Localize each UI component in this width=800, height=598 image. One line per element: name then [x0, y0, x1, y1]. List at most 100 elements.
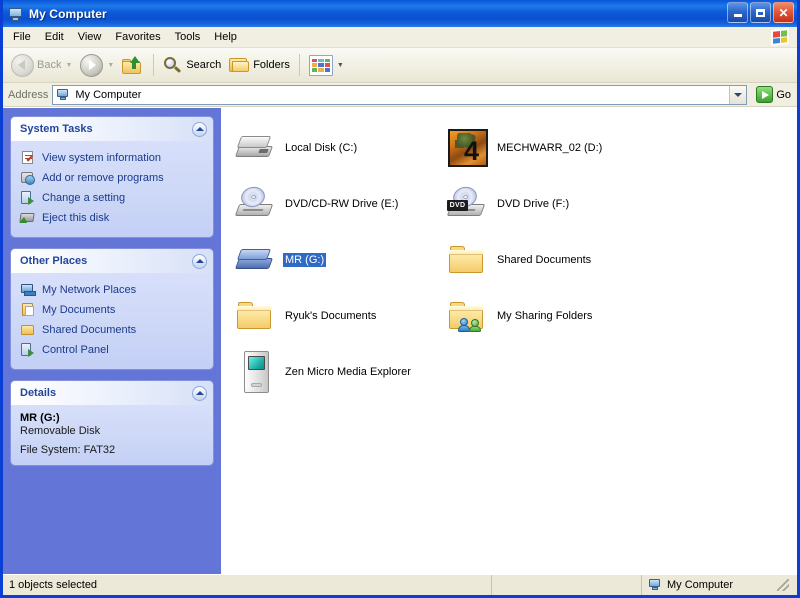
status-selection-text: 1 objects selected [9, 579, 98, 591]
menu-item-help[interactable]: Help [207, 29, 244, 45]
network-places-icon [20, 282, 36, 298]
back-button[interactable]: Back ▼ [7, 51, 76, 79]
back-arrow-icon [11, 53, 34, 77]
task-label: Add or remove programs [42, 172, 164, 184]
dvd-badge: DVD [447, 200, 468, 211]
panel-other-places: Other Places My Network Places My Docume… [11, 249, 213, 369]
chevron-up-icon[interactable] [192, 253, 207, 269]
place-control-panel[interactable]: Control Panel [20, 340, 205, 360]
go-label: Go [776, 88, 791, 101]
maximize-button[interactable] [750, 2, 771, 23]
item-label: Local Disk (C:) [285, 142, 358, 154]
place-label: My Network Places [42, 284, 137, 296]
chevron-up-icon[interactable] [192, 121, 207, 137]
forward-dropdown-icon[interactable]: ▼ [107, 62, 114, 69]
menu-item-tools[interactable]: Tools [168, 29, 208, 45]
drive-item-mechwarr-02-d[interactable]: 4 MECHWARR_02 (D:) [439, 120, 651, 176]
resize-grip[interactable] [777, 579, 789, 591]
panel-header-other-places[interactable]: Other Places [11, 249, 213, 273]
views-dropdown-icon[interactable]: ▼ [337, 62, 344, 69]
back-label: Back [37, 59, 62, 71]
windows-flag-icon [771, 28, 789, 46]
back-dropdown-icon[interactable]: ▼ [65, 62, 72, 69]
my-computer-icon [7, 5, 25, 23]
task-view-system-information[interactable]: ✔ View system information [20, 148, 205, 168]
panel-title: System Tasks [20, 123, 93, 135]
folder-icon [236, 299, 276, 333]
shared-folder-icon [448, 299, 488, 333]
my-computer-icon [56, 87, 71, 102]
panel-header-system-tasks[interactable]: System Tasks [11, 117, 213, 141]
drive-item-local-disk-c[interactable]: Local Disk (C:) [227, 120, 439, 176]
place-my-network-places[interactable]: My Network Places [20, 280, 205, 300]
address-input[interactable]: My Computer [52, 84, 748, 105]
device-item-zen-micro-media-explorer[interactable]: Zen Micro Media Explorer [227, 344, 439, 400]
details-type: Removable Disk [20, 425, 101, 437]
task-label: Change a setting [42, 192, 126, 204]
toolbar-separator-2 [298, 54, 300, 76]
views-button[interactable]: ▼ [305, 51, 348, 79]
icon-grid: Local Disk (C:) 4 MECHWARR_02 (D:) DVD/C… [227, 120, 797, 400]
panel-details: Details MR (G:) Removable Disk File Syst… [11, 381, 213, 465]
status-location-text: My Computer [667, 579, 734, 591]
game-disc-badge: 4 [464, 136, 480, 166]
chevron-down-icon[interactable] [729, 85, 747, 104]
close-button[interactable]: ✕ [773, 2, 794, 23]
menu-item-favorites[interactable]: Favorites [108, 29, 167, 45]
task-change-a-setting[interactable]: Change a setting [20, 188, 205, 208]
panel-body-details: MR (G:) Removable Disk File System: FAT3… [11, 405, 213, 465]
place-label: My Documents [42, 304, 116, 316]
up-folder-icon [122, 55, 144, 75]
forward-button[interactable]: ▼ [76, 51, 118, 79]
task-pane: System Tasks ✔ View system information A… [3, 108, 221, 574]
window-body: System Tasks ✔ View system information A… [3, 107, 797, 574]
eject-disk-icon [19, 210, 36, 226]
up-button[interactable] [118, 51, 148, 79]
drive-item-dvd-f[interactable]: DVD DVD Drive (F:) [439, 176, 651, 232]
item-label: MECHWARR_02 (D:) [497, 142, 603, 154]
game-disc-icon: 4 [446, 128, 490, 168]
item-label: My Sharing Folders [497, 310, 593, 322]
search-button[interactable]: Search [159, 51, 225, 79]
drive-item-mr-g[interactable]: MR (G:) [227, 232, 439, 288]
menu-item-view[interactable]: View [71, 29, 109, 45]
panel-body-other-places: My Network Places My Documents Shared Do… [11, 273, 213, 369]
chevron-up-icon[interactable] [192, 385, 207, 401]
control-panel-icon [20, 190, 36, 206]
status-bar: 1 objects selected My Computer [3, 574, 797, 595]
system-information-icon: ✔ [20, 150, 36, 166]
optical-drive-icon [234, 184, 277, 223]
shared-documents-icon [20, 322, 36, 338]
place-shared-documents[interactable]: Shared Documents [20, 320, 205, 340]
search-icon [163, 56, 183, 75]
folder-item-ryuks-documents[interactable]: Ryuk's Documents [227, 288, 439, 344]
address-value: My Computer [75, 88, 142, 101]
minimize-button[interactable] [727, 2, 748, 23]
panel-header-details[interactable]: Details [11, 381, 213, 405]
status-location: My Computer [642, 575, 797, 595]
address-bar: Address My Computer Go [3, 83, 797, 107]
status-selection: 1 objects selected [3, 575, 492, 595]
menu-item-file[interactable]: File [6, 29, 38, 45]
window-controls: ✕ [727, 2, 794, 23]
panel-body-system-tasks: ✔ View system information Add or remove … [11, 141, 213, 237]
task-eject-this-disk[interactable]: Eject this disk [19, 208, 205, 228]
folders-button[interactable]: Folders [225, 51, 294, 79]
folder-item-my-sharing-folders[interactable]: My Sharing Folders [439, 288, 651, 344]
panel-title: Details [20, 387, 57, 399]
place-my-documents[interactable]: My Documents [20, 300, 205, 320]
task-add-or-remove-programs[interactable]: Add or remove programs [20, 168, 205, 188]
media-player-icon [239, 350, 273, 394]
folder-item-shared-documents[interactable]: Shared Documents [439, 232, 651, 288]
title-bar: My Computer ✕ [3, 0, 797, 27]
details-name: MR (G:) [20, 412, 60, 424]
item-label: Ryuk's Documents [285, 310, 377, 322]
menu-item-edit[interactable]: Edit [38, 29, 71, 45]
task-label: View system information [42, 152, 162, 164]
go-button[interactable]: Go [753, 85, 794, 104]
address-label: Address [8, 88, 49, 101]
item-label: Zen Micro Media Explorer [285, 366, 411, 378]
folder-icon [448, 243, 488, 277]
drive-item-dvd-cdrw-e[interactable]: DVD/CD-RW Drive (E:) [227, 176, 439, 232]
file-list[interactable]: Local Disk (C:) 4 MECHWARR_02 (D:) DVD/C… [221, 108, 797, 574]
